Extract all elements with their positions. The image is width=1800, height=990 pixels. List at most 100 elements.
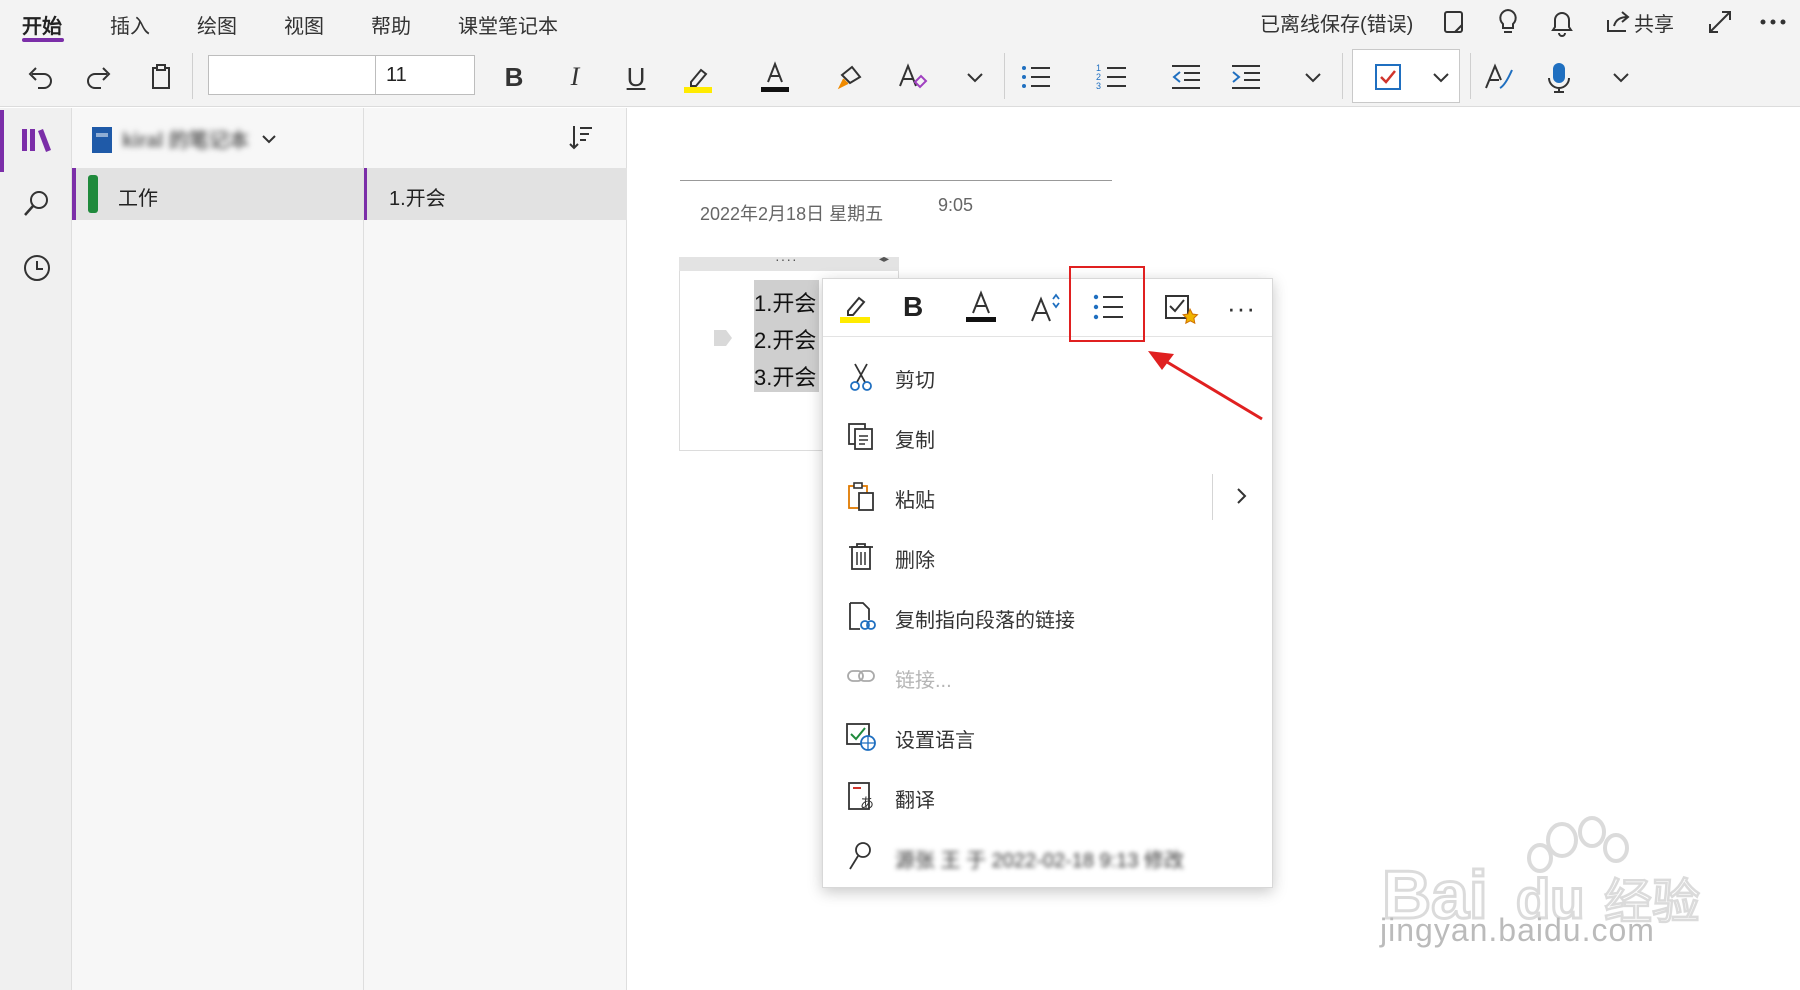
lightbulb-icon[interactable] bbox=[1494, 7, 1522, 37]
menu-item-label: 复制指向段落的链接 bbox=[895, 610, 1075, 632]
panel-divider bbox=[363, 108, 364, 990]
chevron-down-icon[interactable] bbox=[955, 57, 995, 97]
sync-status[interactable]: 已离线保存(错误) bbox=[1260, 8, 1413, 37]
context-mini-toolbar: B ··· bbox=[823, 266, 1272, 342]
page-label: 1.开会 bbox=[389, 188, 446, 210]
format-painter-icon[interactable] bbox=[832, 57, 872, 97]
bell-icon[interactable] bbox=[1548, 7, 1576, 37]
divider bbox=[1004, 53, 1005, 99]
translate-icon: あ bbox=[845, 780, 877, 812]
ribbon-toolbar: B I U 123 bbox=[0, 45, 1800, 107]
watermark-url: jingyan.baidu.com bbox=[1380, 912, 1655, 948]
bold-icon[interactable]: B bbox=[494, 57, 534, 97]
menu-item-copy-paragraph-link[interactable]: 复制指向段落的链接 bbox=[823, 586, 1272, 646]
language-icon bbox=[845, 720, 877, 752]
scissors-icon bbox=[845, 360, 877, 392]
notebook-view-icon[interactable] bbox=[1440, 8, 1468, 36]
notebook-name: kiral 的笔记本 bbox=[122, 130, 249, 152]
decrease-indent-icon[interactable] bbox=[1166, 57, 1206, 97]
note-line[interactable]: 1.开会 bbox=[754, 286, 816, 318]
menu-item-author-info[interactable]: 源张 王 于 2022-02-18 9:13 修改 bbox=[823, 826, 1272, 886]
undo-icon[interactable] bbox=[19, 57, 59, 97]
tab-draw[interactable]: 绘图 bbox=[197, 10, 237, 39]
menu-item-translate[interactable]: あ 翻译 bbox=[823, 766, 1272, 826]
microphone-icon[interactable] bbox=[1539, 57, 1579, 97]
menu-item-label: 翻译 bbox=[895, 790, 935, 812]
tab-class-notebook[interactable]: 课堂笔记本 bbox=[458, 10, 558, 39]
styles-icon[interactable] bbox=[1479, 57, 1519, 97]
clear-format-icon[interactable] bbox=[892, 57, 932, 97]
chevron-right-icon[interactable] bbox=[1233, 486, 1249, 506]
chevron-down-icon[interactable] bbox=[1601, 57, 1641, 97]
menu-item-label: 源张 王 于 2022-02-18 9:13 修改 bbox=[895, 850, 1185, 872]
section-item-work[interactable]: 工作 bbox=[72, 168, 363, 220]
ribbon-tabs: 开始 插入 绘图 视图 帮助 课堂笔记本 已离线保存(错误) 共享 bbox=[0, 0, 1800, 45]
recent-clock-icon[interactable] bbox=[22, 253, 52, 283]
menu-item-link[interactable]: 链接... bbox=[823, 646, 1272, 706]
note-container-handle[interactable]: ···· ◂▸ bbox=[679, 251, 899, 271]
highlight-icon[interactable] bbox=[678, 57, 718, 97]
divider bbox=[1212, 474, 1213, 520]
person-icon bbox=[845, 840, 877, 872]
share-button[interactable]: 共享 bbox=[1634, 8, 1674, 37]
svg-text:あ: あ bbox=[860, 796, 874, 812]
note-line[interactable]: 2.开会 bbox=[754, 323, 816, 355]
font-name-input[interactable] bbox=[208, 55, 376, 95]
menu-item-delete[interactable]: 删除 bbox=[823, 526, 1272, 586]
checkbox-tag-icon bbox=[1373, 62, 1403, 92]
redo-icon[interactable] bbox=[80, 57, 120, 97]
chevron-down-icon[interactable] bbox=[1293, 57, 1333, 97]
menu-item-set-language[interactable]: 设置语言 bbox=[823, 706, 1272, 766]
link-icon bbox=[845, 660, 877, 692]
increase-indent-icon[interactable] bbox=[1226, 57, 1266, 97]
copy-icon bbox=[845, 420, 877, 452]
font-size-input[interactable] bbox=[375, 55, 475, 95]
font-color-icon[interactable] bbox=[963, 289, 999, 325]
font-size-icon[interactable] bbox=[1028, 289, 1064, 325]
rail-active-indicator bbox=[0, 110, 4, 172]
divider bbox=[1342, 53, 1343, 99]
more-options-icon[interactable] bbox=[1758, 8, 1788, 36]
tab-view[interactable]: 视图 bbox=[284, 10, 324, 39]
bold-icon[interactable]: B bbox=[903, 291, 923, 323]
tab-home[interactable]: 开始 bbox=[22, 10, 62, 39]
font-color-icon[interactable] bbox=[755, 57, 795, 97]
tab-help[interactable]: 帮助 bbox=[371, 10, 411, 39]
page-item[interactable]: 1.开会 bbox=[363, 168, 627, 220]
menu-item-label: 删除 bbox=[895, 550, 935, 572]
divider bbox=[1470, 53, 1471, 99]
clipboard-icon[interactable] bbox=[141, 57, 181, 97]
bullet-list-icon[interactable] bbox=[1091, 290, 1125, 324]
tab-insert[interactable]: 插入 bbox=[110, 10, 150, 39]
menu-item-paste[interactable]: 粘贴 bbox=[823, 466, 1272, 526]
menu-item-label: 链接... bbox=[895, 670, 952, 692]
menu-item-label: 设置语言 bbox=[895, 730, 975, 752]
page-date: 2022年2月18日 星期五 bbox=[700, 204, 884, 224]
svg-text:3: 3 bbox=[1096, 81, 1101, 91]
sections-pages-panel: kiral 的笔记本 工作 1.开会 bbox=[72, 108, 627, 990]
trash-icon bbox=[845, 540, 877, 572]
tag-icon[interactable] bbox=[1163, 291, 1199, 327]
active-tab-indicator bbox=[22, 38, 64, 42]
search-icon[interactable] bbox=[22, 188, 52, 218]
fullscreen-icon[interactable] bbox=[1706, 8, 1734, 36]
paragraph-handle-icon[interactable] bbox=[713, 329, 733, 347]
italic-icon[interactable]: I bbox=[555, 57, 595, 97]
todo-tag-dropdown[interactable] bbox=[1352, 49, 1460, 103]
numbered-list-icon[interactable]: 123 bbox=[1092, 57, 1132, 97]
notebooks-icon[interactable] bbox=[20, 125, 52, 155]
chevron-down-icon[interactable] bbox=[260, 130, 278, 148]
notebook-icon bbox=[90, 125, 116, 155]
more-icon[interactable]: ··· bbox=[1227, 293, 1256, 324]
notebook-selector[interactable]: kiral 的笔记本 bbox=[122, 124, 249, 153]
menu-item-label: 粘贴 bbox=[895, 490, 935, 512]
bullet-list-icon[interactable] bbox=[1016, 57, 1056, 97]
divider bbox=[192, 53, 193, 99]
share-icon[interactable] bbox=[1604, 8, 1632, 36]
link-doc-icon bbox=[845, 600, 877, 632]
navigation-rail bbox=[0, 108, 72, 990]
sort-icon[interactable] bbox=[566, 122, 596, 152]
underline-icon[interactable]: U bbox=[616, 57, 656, 97]
highlight-icon[interactable] bbox=[837, 289, 873, 325]
note-line[interactable]: 3.开会 bbox=[754, 360, 816, 392]
